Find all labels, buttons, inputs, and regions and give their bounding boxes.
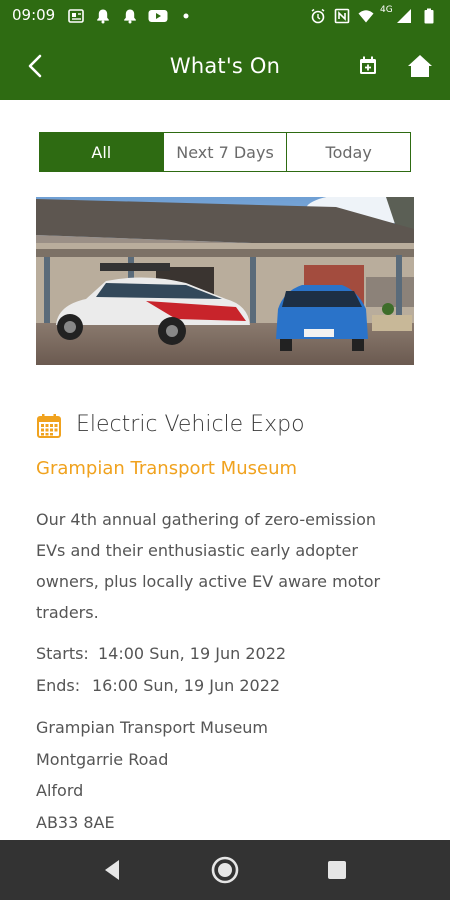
calendar-icon [37, 414, 61, 438]
event-description: Our 4th annual gathering of zero-emissio… [36, 510, 381, 622]
system-nav-bar [0, 840, 450, 900]
youtube-icon [148, 10, 168, 22]
starts-label: Starts: [36, 644, 89, 663]
battery-icon [424, 8, 434, 24]
signal-icon [397, 9, 411, 23]
alarm-icon [311, 8, 325, 24]
address-line: AB33 8AE [36, 812, 115, 832]
status-bar: 09:09 4G [0, 0, 450, 32]
address-line: Montgarrie Road [36, 749, 169, 769]
event-end-row: Ends: 16:00 Sun, 19 Jun 2022 [36, 670, 286, 702]
network-type-label: 4G [380, 5, 393, 15]
tab-today[interactable]: Today [286, 133, 410, 171]
event-address: Grampian Transport Museum Montgarrie Roa… [36, 712, 268, 838]
calendar-add-icon[interactable] [352, 50, 384, 82]
event-venue[interactable]: Grampian Transport Museum [36, 458, 297, 479]
ends-value: 16:00 Sun, 19 Jun 2022 [92, 676, 281, 695]
event-times: Starts: 14:00 Sun, 19 Jun 2022 Ends: 16:00… [36, 638, 286, 702]
status-time: 09:09 [12, 6, 56, 24]
nfc-icon [334, 8, 350, 24]
event-start-row: Starts: 14:00 Sun, 19 Jun 2022 [36, 638, 286, 670]
event-title: Electric Vehicle Expo [76, 412, 305, 437]
tab-all[interactable]: All [40, 133, 163, 171]
home-icon[interactable] [404, 50, 436, 82]
ends-label: Ends: [36, 676, 81, 695]
date-filter-tabs: All Next 7 Days Today [39, 132, 411, 172]
nav-home-icon[interactable] [209, 854, 241, 886]
starts-value: 14:00 Sun, 19 Jun 2022 [98, 644, 287, 663]
tab-next-7-days[interactable]: Next 7 Days [162, 133, 287, 171]
address-line: Alford [36, 781, 84, 800]
nav-back-icon[interactable] [97, 854, 129, 886]
event-photo [36, 197, 414, 365]
app-bar: What's On [0, 32, 450, 100]
dot-icon [183, 13, 189, 19]
address-line: Grampian Transport Museum [36, 718, 269, 737]
wifi-icon [358, 10, 374, 23]
notification-icon [97, 9, 109, 24]
notification-icon [124, 9, 136, 24]
news-icon [68, 9, 84, 23]
nav-recents-icon[interactable] [321, 854, 353, 886]
